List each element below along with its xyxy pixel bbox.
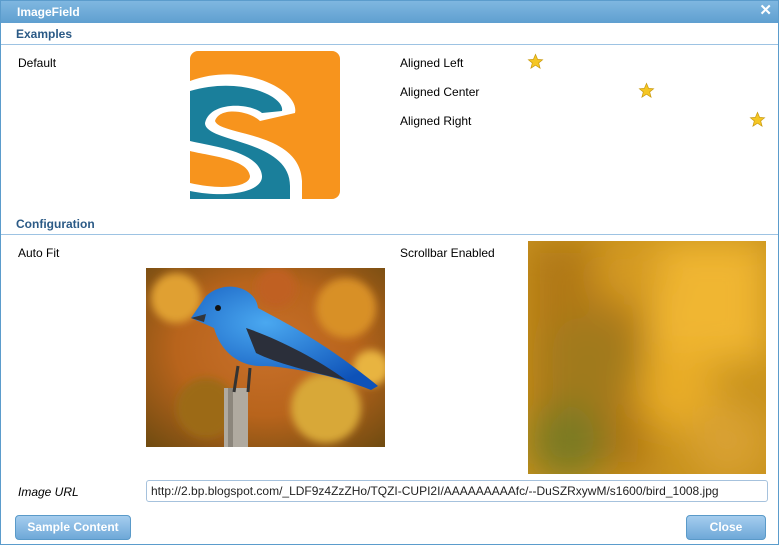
aligned-center-label: Aligned Center — [400, 85, 480, 99]
examples-section-title: Examples — [16, 27, 73, 41]
default-label: Default — [18, 56, 57, 70]
auto-fit-label: Auto Fit — [18, 246, 60, 260]
sample-content-button[interactable]: Sample Content — [15, 515, 131, 540]
logo-image — [190, 51, 340, 199]
examples-section-header: Examples — [1, 24, 778, 45]
image-url-input[interactable] — [146, 480, 768, 502]
star-icon — [638, 82, 655, 99]
scrollbar-image[interactable] — [528, 241, 766, 474]
close-icon[interactable]: ✕ — [759, 2, 772, 20]
image-url-label: Image URL — [18, 485, 79, 499]
aligned-left-label: Aligned Left — [400, 56, 464, 70]
aligned-right-label: Aligned Right — [400, 114, 472, 128]
imagefield-window: ImageField ✕ Examples Default Aligned Le… — [0, 0, 779, 545]
star-icon — [749, 111, 766, 128]
bird-image — [146, 268, 385, 447]
configuration-section-title: Configuration — [16, 217, 95, 231]
window-title: ImageField — [17, 5, 80, 19]
configuration-section-header: Configuration — [1, 214, 778, 235]
close-button[interactable]: Close — [686, 515, 766, 540]
star-icon — [527, 53, 544, 70]
scrollbar-enabled-label: Scrollbar Enabled — [400, 246, 495, 260]
title-bar: ImageField ✕ — [1, 1, 778, 23]
